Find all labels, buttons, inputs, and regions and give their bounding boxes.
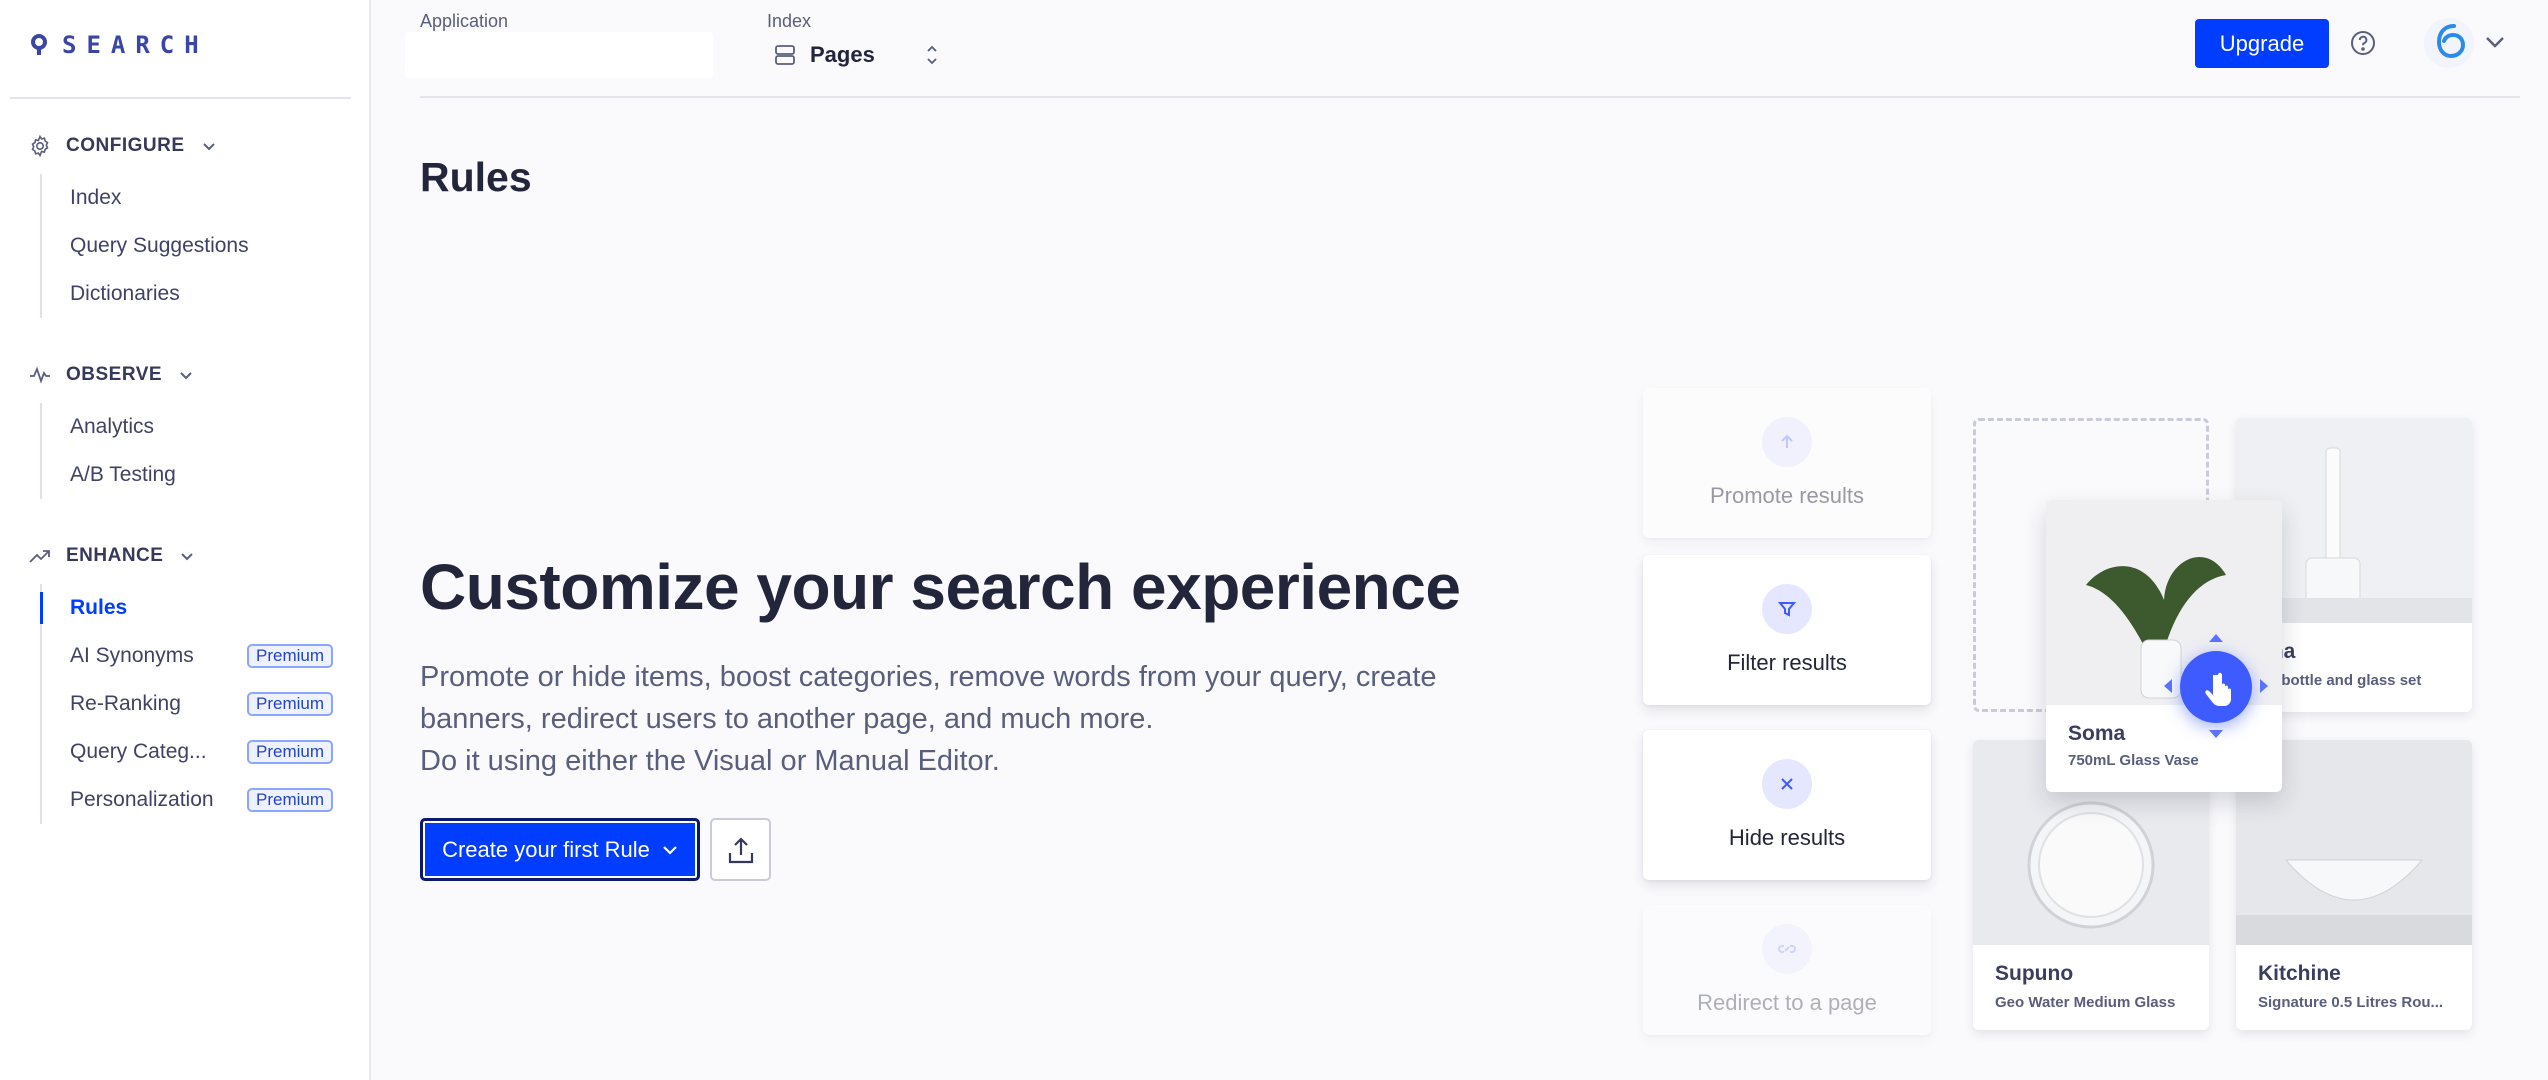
rule-card-hide: Hide results — [1643, 730, 1931, 880]
upgrade-button[interactable]: Upgrade — [2195, 19, 2329, 68]
sidebar-item-label: Personalization — [70, 788, 214, 811]
sidebar-item-ai-synonyms[interactable]: AI Synonyms Premium — [42, 632, 369, 680]
product-subtitle: Geo Water Medium Glass — [1995, 994, 2176, 1011]
gear-icon — [31, 134, 49, 158]
sidebar-item-label: AI Synonyms — [70, 644, 194, 667]
rule-card-label: Redirect to a page — [1697, 990, 1877, 1015]
brand-logo[interactable]: SEARCH — [30, 28, 209, 62]
sidebar-item-query-suggestions[interactable]: Query Suggestions — [42, 222, 369, 270]
upload-button[interactable] — [710, 818, 771, 881]
sidebar-item-analytics[interactable]: Analytics — [42, 403, 369, 451]
create-rule-button[interactable]: Create your first Rule — [420, 818, 700, 881]
search-logo-icon — [31, 34, 47, 55]
sidebar-divider — [10, 97, 351, 99]
chevron-down-icon — [202, 143, 215, 151]
section-label: OBSERVE — [66, 364, 163, 385]
upload-icon — [728, 836, 753, 863]
premium-badge: Premium — [247, 740, 334, 764]
application-label: Application — [420, 11, 509, 31]
help-icon[interactable] — [2350, 30, 2376, 56]
trend-icon — [29, 550, 50, 563]
chevron-updown-icon — [927, 45, 937, 65]
sidebar-item-label: Re-Ranking — [70, 692, 181, 715]
sidebar-item-dictionaries[interactable]: Dictionaries — [42, 270, 369, 318]
rule-card-filter: Filter results — [1643, 555, 1931, 705]
product-subtitle: ter bottle and glass set — [2258, 672, 2422, 689]
section-toggle-configure[interactable]: CONFIGURE — [0, 130, 369, 162]
rule-card-label: Filter results — [1727, 650, 1847, 675]
product-name: Soma — [2068, 722, 2126, 745]
rule-card-label: Promote results — [1709, 483, 1865, 508]
hero-title: Customize your search experience — [420, 551, 1461, 623]
move-arrows-icon — [2164, 634, 2268, 738]
sidebar-item-label: Index — [70, 186, 122, 209]
sidebar-section-configure: CONFIGURE Index Query Suggestions Dictio… — [0, 130, 369, 318]
hero-description-line: Do it using either the Visual or Manual … — [420, 745, 1000, 777]
premium-badge: Premium — [247, 692, 334, 716]
sidebar-item-query-categorization[interactable]: Query Categ... Premium — [42, 728, 369, 776]
rule-card-redirect: Redirect to a page — [1643, 905, 1931, 1035]
chevron-down-icon — [181, 553, 194, 561]
product-name: Kitchine — [2258, 962, 2341, 985]
user-logo-icon — [2436, 24, 2466, 59]
section-items: Rules AI Synonyms Premium Re-Ranking Pre… — [40, 584, 369, 824]
pulse-icon — [30, 366, 50, 384]
sidebar-item-index[interactable]: Index — [42, 174, 369, 222]
hero-description-line: banners, redirect users to another page,… — [420, 703, 1154, 735]
section-label: ENHANCE — [66, 545, 164, 566]
sidebar-item-label: Query Categ... — [70, 740, 207, 763]
product-name: Supuno — [1995, 962, 2074, 985]
section-items: Index Query Suggestions Dictionaries — [40, 174, 369, 318]
sidebar-item-label: Analytics — [70, 415, 155, 438]
filter-icon — [1762, 584, 1812, 634]
premium-badge: Premium — [247, 788, 334, 812]
sidebar-item-label: Rules — [70, 596, 128, 619]
sidebar-item-ab-testing[interactable]: A/B Testing — [42, 451, 369, 499]
sidebar-section-observe: OBSERVE Analytics A/B Testing — [0, 359, 369, 499]
index-value: Pages — [810, 42, 875, 67]
sidebar-item-label: Dictionaries — [70, 282, 180, 305]
sidebar-section-enhance: ENHANCE Rules AI Synonyms Premium Re-Ran… — [0, 540, 369, 824]
create-rule-label: Create your first Rule — [442, 836, 650, 862]
chevron-down-icon — [180, 372, 192, 380]
sidebar-item-rules[interactable]: Rules — [40, 584, 369, 632]
sidebar-item-label: A/B Testing — [70, 463, 176, 486]
arrow-up-icon — [1762, 417, 1812, 467]
brand-name: SEARCH — [62, 31, 209, 59]
sidebar-item-re-ranking[interactable]: Re-Ranking Premium — [42, 680, 369, 728]
product-subtitle: Signature 0.5 Litres Rou... — [2258, 994, 2444, 1011]
section-toggle-observe[interactable]: OBSERVE — [0, 359, 369, 391]
avatar[interactable] — [2424, 18, 2474, 68]
hero-description-line: Promote or hide items, boost categories,… — [420, 661, 1437, 693]
sidebar: SEARCH CONFIGURE Index Query Suggestions… — [0, 0, 371, 1080]
sidebar-item-personalization[interactable]: Personalization Premium — [42, 776, 369, 824]
section-items: Analytics A/B Testing — [40, 403, 369, 499]
hero-description: Promote or hide items, boost categories,… — [420, 656, 1520, 782]
index-label: Index — [767, 11, 812, 31]
rule-card-promote: Promote results — [1643, 388, 1931, 538]
database-icon — [775, 45, 795, 65]
application-select[interactable] — [405, 32, 713, 78]
link-icon — [1762, 924, 1812, 974]
section-toggle-enhance[interactable]: ENHANCE — [0, 540, 369, 572]
section-label: CONFIGURE — [66, 135, 185, 156]
chevron-down-icon[interactable] — [2484, 34, 2506, 50]
product-subtitle: 750mL Glass Vase — [2068, 752, 2199, 769]
index-select[interactable]: Pages — [774, 42, 939, 68]
sidebar-item-label: Query Suggestions — [70, 234, 249, 257]
close-icon — [1762, 759, 1812, 809]
premium-badge: Premium — [247, 644, 334, 668]
page-title: Rules — [420, 154, 532, 200]
topbar-divider — [420, 96, 2520, 98]
rule-card-label: Hide results — [1728, 825, 1846, 850]
chevron-down-icon — [663, 845, 677, 855]
